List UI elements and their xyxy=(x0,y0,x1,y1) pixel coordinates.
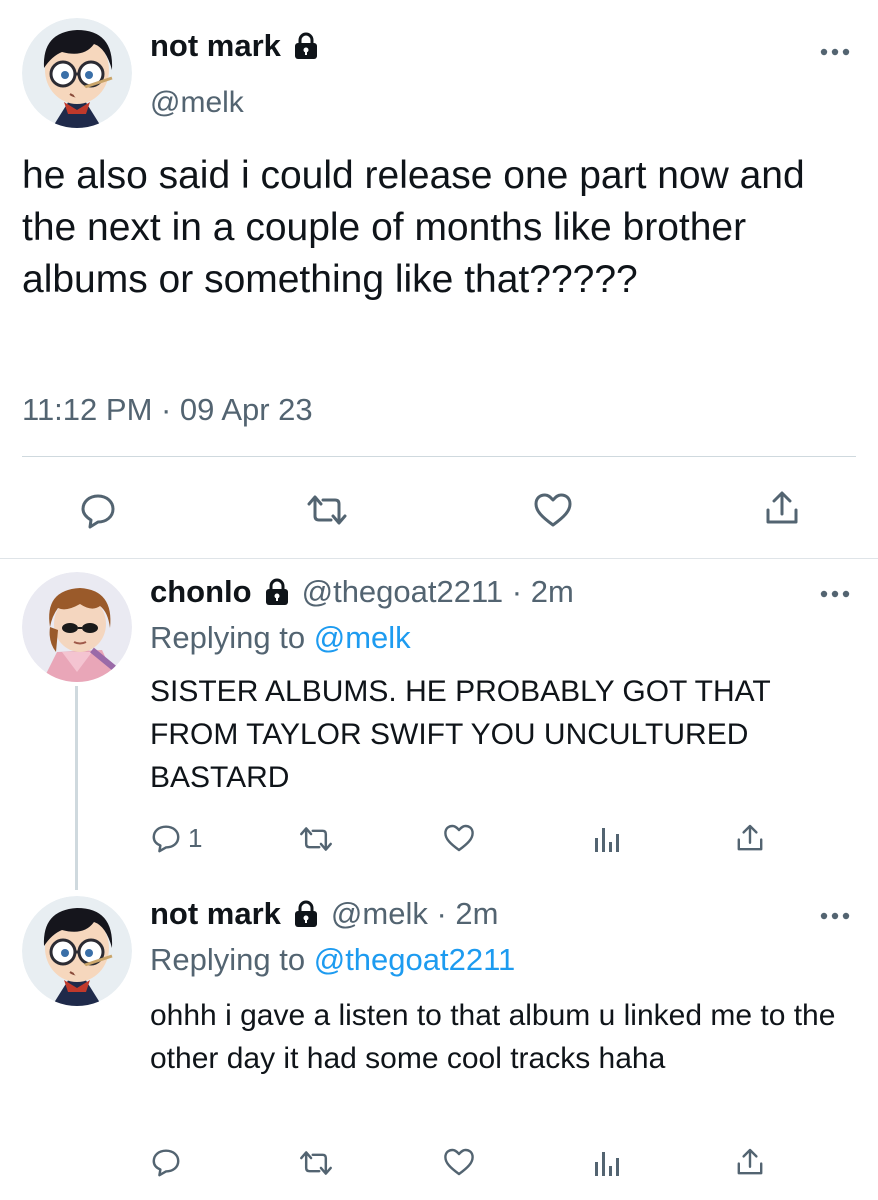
tweet-text: ohhh i gave a listen to that album u lin… xyxy=(150,999,836,1075)
lock-icon xyxy=(262,577,292,607)
retweet-icon xyxy=(298,824,334,854)
reply-button[interactable]: 1 xyxy=(150,822,202,854)
reply-tweet: chonlo @thegoat2211 · 2m Replying to @me… xyxy=(0,558,878,888)
avatar[interactable] xyxy=(22,18,132,128)
share-button[interactable] xyxy=(734,1146,766,1178)
more-icon[interactable] xyxy=(818,588,852,600)
reply-button[interactable] xyxy=(150,1146,182,1178)
like-icon xyxy=(442,1146,476,1178)
like-icon xyxy=(442,822,476,854)
main-tweet: not mark @melk he also said i could rele… xyxy=(0,0,878,558)
share-button[interactable] xyxy=(762,488,802,528)
handle[interactable]: @melk xyxy=(150,86,244,120)
reply-header: chonlo @thegoat2211 · 2m xyxy=(150,574,574,610)
handle-time[interactable]: @thegoat2211 · 2m xyxy=(302,574,574,610)
like-button[interactable] xyxy=(532,490,574,530)
avatar[interactable] xyxy=(22,572,132,682)
display-name[interactable]: chonlo xyxy=(150,574,252,610)
timestamp[interactable]: 11:12 PM · 09 Apr 23 xyxy=(22,392,313,428)
more-icon[interactable] xyxy=(818,910,852,922)
divider xyxy=(22,456,856,457)
share-icon xyxy=(734,822,766,854)
reply-icon xyxy=(150,822,182,854)
reply-button[interactable] xyxy=(78,490,118,530)
lock-icon xyxy=(291,31,321,61)
reply-tweet: not mark @melk · 2m Replying to @thegoat… xyxy=(0,888,878,1200)
retweet-icon xyxy=(305,492,349,528)
retweet-button[interactable] xyxy=(305,492,349,528)
avatar[interactable] xyxy=(22,896,132,1006)
retweet-icon xyxy=(298,1148,334,1178)
display-name[interactable]: not mark xyxy=(150,896,281,932)
like-button[interactable] xyxy=(442,1146,476,1178)
replying-to-mention[interactable]: @melk xyxy=(314,620,411,655)
reply-icon xyxy=(78,490,118,530)
display-name[interactable]: not mark xyxy=(150,28,321,64)
lock-icon xyxy=(291,899,321,929)
handle-time[interactable]: @melk · 2m xyxy=(331,896,499,932)
like-button[interactable] xyxy=(442,822,476,854)
retweet-button[interactable] xyxy=(298,1148,334,1178)
replying-to-mention[interactable]: @thegoat2211 xyxy=(314,942,516,977)
share-icon xyxy=(734,1146,766,1178)
tweet-text: SISTER ALBUMS. HE PROBABLY GOT THAT FROM… xyxy=(150,675,771,794)
reply-icon xyxy=(150,1146,182,1178)
retweet-button[interactable] xyxy=(298,824,334,854)
analytics-button[interactable] xyxy=(592,824,622,854)
like-icon xyxy=(532,490,574,530)
analytics-button[interactable] xyxy=(592,1148,622,1178)
share-button[interactable] xyxy=(734,822,766,854)
reply-count: 1 xyxy=(188,822,203,853)
analytics-icon xyxy=(592,1148,622,1178)
replying-to-label: Replying to xyxy=(150,620,306,655)
display-name-text: not mark xyxy=(150,28,281,63)
replying-to: Replying to @melk xyxy=(150,620,411,656)
analytics-icon xyxy=(592,824,622,854)
replying-to-label: Replying to xyxy=(150,942,306,977)
replying-to: Replying to @thegoat2211 xyxy=(150,942,515,978)
more-icon[interactable] xyxy=(818,46,852,58)
share-icon xyxy=(762,488,802,528)
reply-header: not mark @melk · 2m xyxy=(150,896,498,932)
tweet-text: he also said i could release one part no… xyxy=(22,154,805,301)
